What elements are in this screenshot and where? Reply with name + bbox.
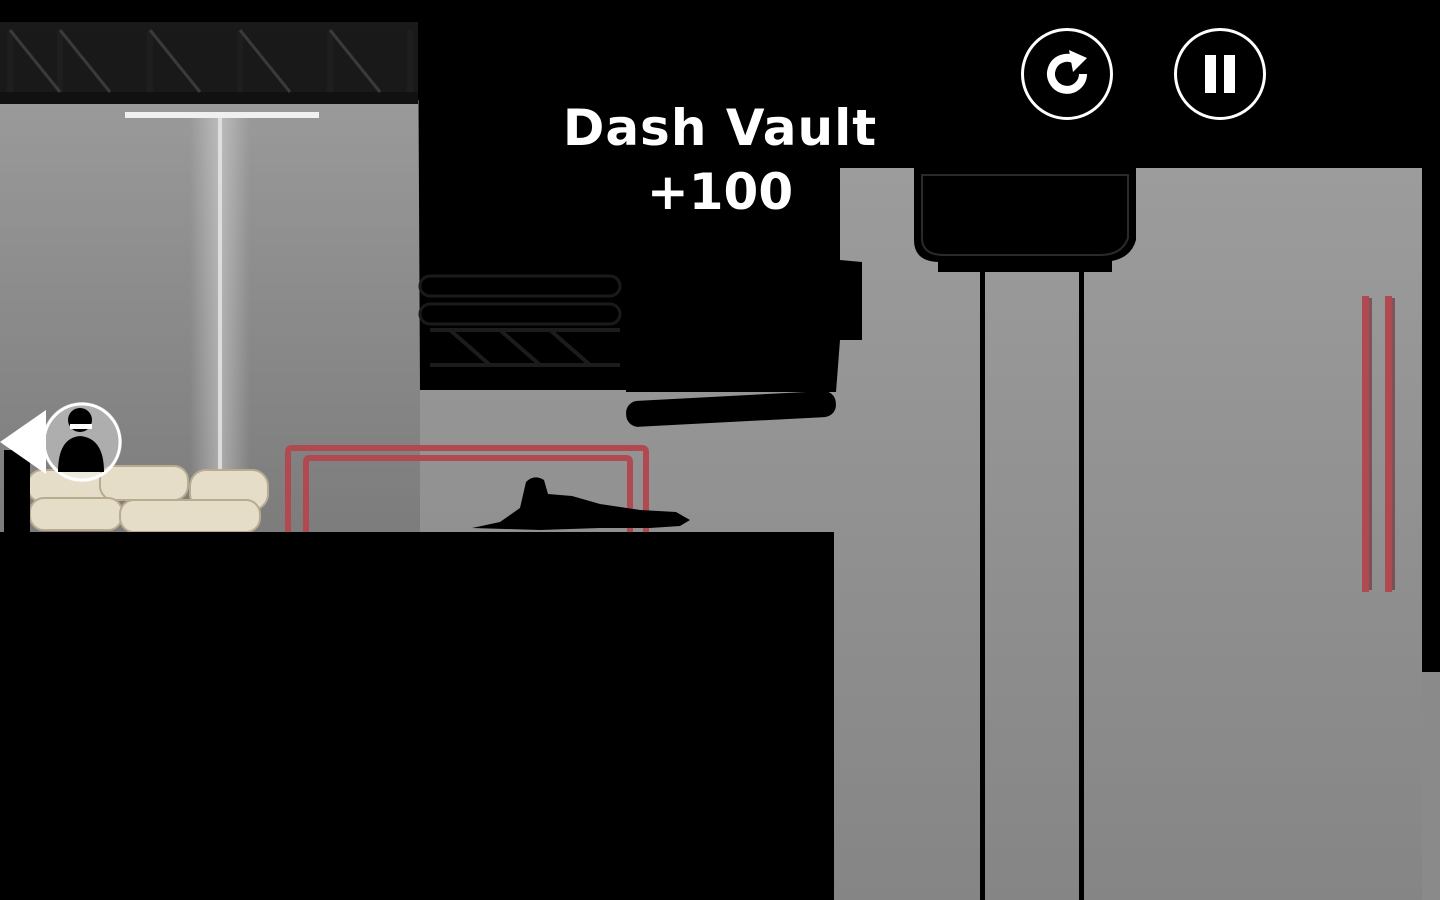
trick-name: Dash Vault [562,99,878,157]
trick-popup: Dash Vault +100 [540,98,900,222]
trick-score: +100 [646,163,794,221]
far-right-wall [1422,672,1440,900]
ceiling-light [125,112,319,118]
left-post [4,450,30,535]
ceiling-truss [0,22,418,104]
restart-button[interactable] [1021,28,1113,120]
ground-block [0,532,834,900]
far-right-dark-column [1422,168,1440,672]
pause-button[interactable] [1174,28,1266,120]
restart-icon [1047,50,1087,94]
pause-icon [1205,55,1235,93]
